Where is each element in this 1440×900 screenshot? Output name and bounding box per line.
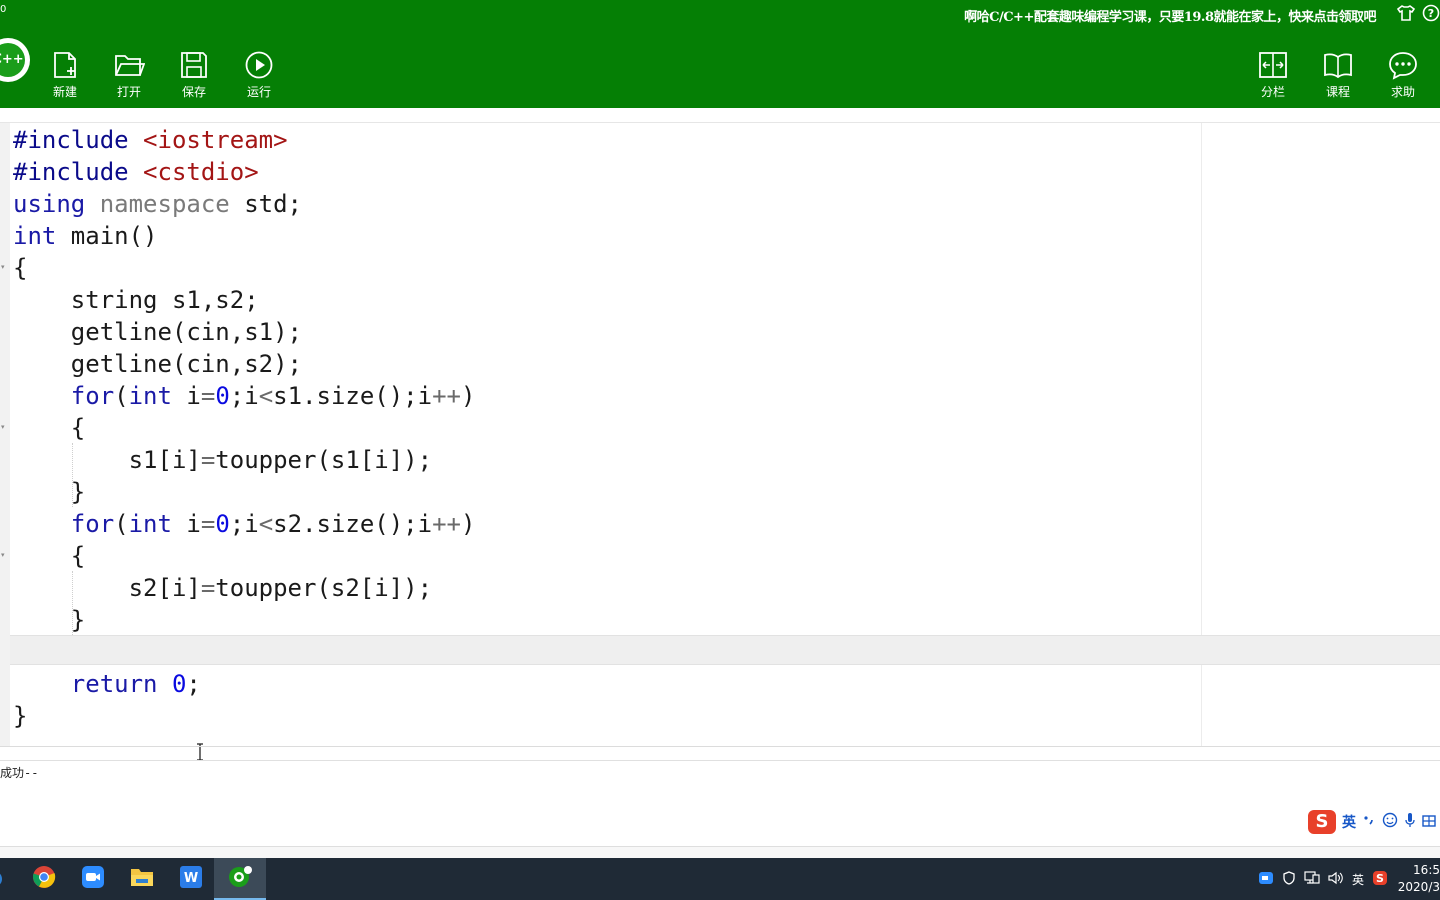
new-file-icon (38, 50, 92, 80)
app-logo: C++ (0, 38, 30, 82)
course-button[interactable]: 课程 (1311, 50, 1365, 104)
security-shield-icon[interactable] (1282, 871, 1296, 888)
taskbar-chrome[interactable] (18, 858, 70, 900)
code-line[interactable]: getline(cin,s2); (13, 350, 302, 378)
source-code[interactable]: #include <iostream> #include <cstdio> us… (13, 124, 475, 732)
run-icon (232, 50, 286, 80)
save-button[interactable]: 保存 (167, 50, 221, 104)
code-line[interactable]: for(int i=0;i<s1.size();i++) (13, 382, 476, 410)
code-line[interactable]: for(int i=0;i<s2.size();i++) (13, 510, 476, 538)
course-label: 课程 (1325, 85, 1350, 99)
taskbar-zoom[interactable] (67, 858, 119, 900)
run-button[interactable]: 运行 (232, 50, 286, 104)
split-view-button[interactable]: 分栏 (1246, 50, 1300, 104)
clock-time: 16:5 (1413, 863, 1440, 877)
system-tray: 英 S (1258, 870, 1388, 889)
save-icon (167, 50, 221, 80)
help-request-button[interactable]: 求助 (1376, 50, 1430, 104)
save-label: 保存 (181, 85, 206, 99)
run-label: 运行 (246, 85, 271, 99)
fold-marker[interactable]: ▾ (1, 424, 7, 431)
code-line[interactable]: int main() (13, 222, 158, 250)
book-icon (1311, 50, 1365, 80)
taskbar-edge-item[interactable] (0, 858, 20, 900)
editor-bottom-border (0, 746, 1440, 747)
meeting-tray-icon[interactable] (1258, 871, 1274, 888)
code-line[interactable]: { (13, 542, 85, 570)
status-separator (0, 846, 1440, 858)
split-view-label: 分栏 (1260, 85, 1285, 99)
code-line[interactable]: using namespace std; (13, 190, 302, 218)
taskbar-file-explorer[interactable] (116, 858, 168, 900)
code-line[interactable]: getline(cin,s1); (13, 318, 302, 346)
code-line[interactable]: } (13, 702, 27, 730)
svg-text:W: W (184, 871, 198, 886)
sogou-tray-icon[interactable]: S (1372, 870, 1388, 889)
open-folder-icon (102, 50, 156, 80)
promo-banner-link[interactable]: 啊哈C/C++配套趣味编程学习课，只要19.8就能在家上，快来点击领取吧 (964, 6, 1376, 25)
microphone-icon[interactable] (1404, 812, 1416, 832)
code-line[interactable]: { (13, 414, 85, 442)
svg-text:?: ? (1428, 7, 1434, 20)
new-file-label: 新建 (52, 85, 77, 99)
taskbar-wps-writer[interactable]: W (165, 858, 217, 900)
clock-date: 2020/3 (1397, 880, 1440, 894)
chat-bubble-icon (1376, 50, 1430, 80)
zoom-icon (81, 865, 105, 893)
fold-marker[interactable]: ▾ (1, 264, 7, 271)
code-line[interactable]: s1[i]=toupper(s1[i]); (13, 446, 432, 474)
output-status-text: 成功-- (0, 766, 39, 780)
ime-mode-label[interactable]: 英 (1342, 812, 1356, 832)
input-language-indicator[interactable]: 英 (1352, 871, 1364, 888)
editor-top-strip (0, 108, 1440, 123)
code-line[interactable]: string s1,s2; (13, 286, 259, 314)
code-editor[interactable]: ▾ ▾ ▾ #include <iostream> #include <cstd… (0, 123, 1440, 761)
fold-marker[interactable]: ▾ (1, 552, 7, 559)
split-view-icon (1246, 50, 1300, 80)
code-line[interactable]: { (13, 254, 27, 282)
fold-gutter[interactable] (0, 123, 10, 747)
code-line[interactable]: #include <cstdio> (13, 158, 259, 186)
code-line[interactable]: return 0; (13, 670, 201, 698)
open-file-label: 打开 (116, 85, 141, 99)
network-icon[interactable] (1304, 871, 1320, 888)
svg-text:S: S (1376, 872, 1384, 885)
wps-writer-icon: W (179, 865, 203, 893)
code-line[interactable]: s2[i]=toupper(s2[i]); (13, 574, 432, 602)
open-file-button[interactable]: 打开 (102, 50, 156, 104)
new-file-button[interactable]: 新建 (38, 50, 92, 104)
skin-shirt-icon[interactable] (1396, 4, 1416, 26)
code-line[interactable]: #include <iostream> (13, 126, 288, 154)
ime-toolbar[interactable]: S 英 (1308, 808, 1436, 836)
volume-icon[interactable] (1328, 871, 1344, 888)
app-logo-text: C++ (0, 43, 25, 77)
output-panel: 成功-- (0, 761, 1440, 846)
keyboard-icon[interactable] (1422, 813, 1436, 832)
window-corner-text: 0 (0, 4, 7, 15)
taskbar-aha-cpp[interactable] (214, 858, 266, 900)
code-line[interactable]: } (13, 478, 85, 506)
code-line[interactable]: } (13, 606, 85, 634)
file-explorer-icon (130, 866, 154, 892)
help-request-label: 求助 (1390, 85, 1415, 99)
app-toolbar: 0 C++ 啊哈C/C++配套趣味编程学习课，只要19.8就能在家上，快来点击领… (0, 0, 1440, 108)
aha-cpp-icon (227, 864, 253, 892)
help-icon[interactable]: ? (1422, 4, 1440, 26)
chrome-icon (32, 865, 56, 893)
sogou-ime-logo[interactable]: S (1308, 810, 1336, 834)
windows-taskbar: W 英 S 16:5 2020/3 (0, 858, 1440, 900)
emoji-icon[interactable] (1382, 812, 1398, 832)
punctuation-icon[interactable] (1362, 813, 1376, 832)
taskbar-clock[interactable]: 16:5 2020/3 (1396, 862, 1440, 896)
